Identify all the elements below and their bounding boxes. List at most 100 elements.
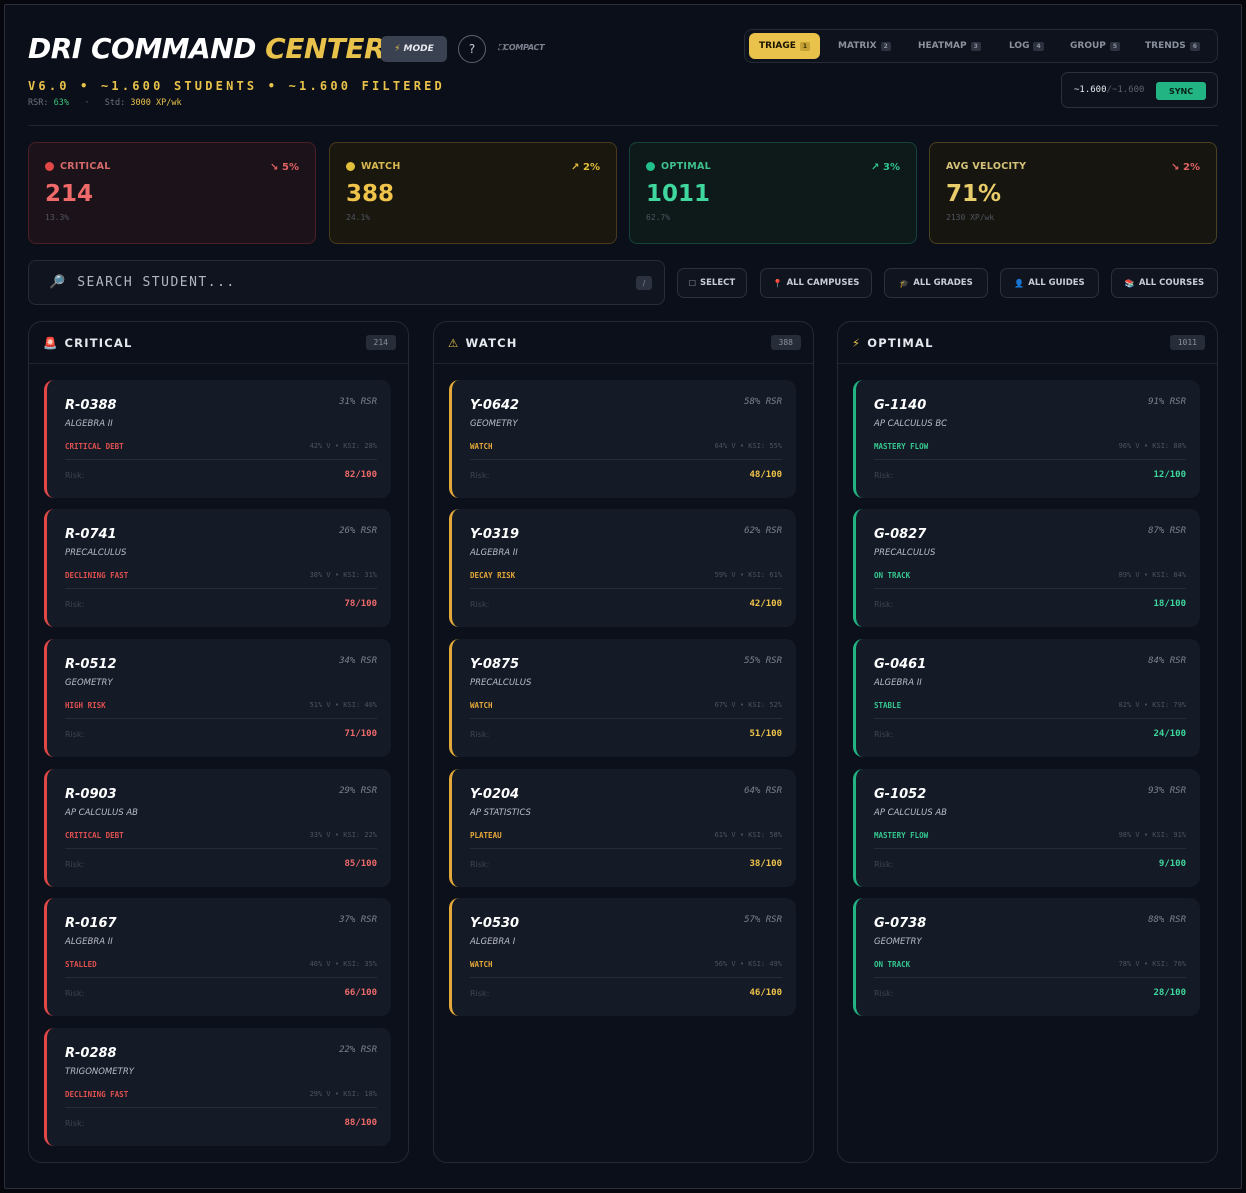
- tab-shortcut: 2: [880, 41, 891, 51]
- status-badge: WATCH: [470, 960, 493, 969]
- stat-watch[interactable]: WATCH ↗ 2% 388 24.1%: [329, 142, 617, 244]
- student-id: R-0741: [65, 527, 117, 542]
- stat-optimal[interactable]: OPTIMAL ↗ 3% 1011 62.7%: [629, 142, 917, 244]
- course-name: AP CALCULUS BC: [874, 419, 948, 429]
- stat-value: 214: [45, 181, 94, 207]
- student-card[interactable]: Y-0642 58% RSR GEOMETRY WATCH 64% V • KS…: [449, 380, 796, 498]
- card-divider: [65, 977, 377, 978]
- risk-score: 71/100: [344, 729, 377, 739]
- tab-heatmap[interactable]: HEATMAP 3: [908, 33, 991, 59]
- search-input[interactable]: [77, 275, 618, 290]
- student-card[interactable]: Y-0319 62% RSR ALGEBRA II DECAY RISK 59%…: [449, 509, 796, 627]
- guide-filter[interactable]: 👤 ALL GUIDES: [1000, 268, 1099, 298]
- compact-label: COMPACT: [503, 43, 545, 52]
- tab-matrix[interactable]: MATRIX 2: [828, 33, 901, 59]
- card-divider: [65, 588, 377, 589]
- risk-score: 38/100: [749, 859, 782, 869]
- tab-group[interactable]: GROUP 5: [1060, 33, 1130, 59]
- tab-trends[interactable]: TRENDS 6: [1135, 33, 1210, 59]
- student-id: R-0388: [65, 398, 117, 413]
- student-id: Y-0319: [470, 527, 520, 542]
- risk-score: 51/100: [749, 729, 782, 739]
- ksi-metrics: 38% V • KSI: 31%: [309, 571, 377, 579]
- ksi-metrics: 42% V • KSI: 28%: [309, 442, 377, 450]
- tab-shortcut: 1: [799, 41, 811, 51]
- filter-label: ALL COURSES: [1138, 278, 1205, 288]
- stat-velocity[interactable]: AVG VELOCITY ↘ 2% 71% 2130 XP/wk: [929, 142, 1217, 244]
- page-title: DRI COMMAND CENTER: [28, 32, 386, 65]
- card-divider: [65, 718, 377, 719]
- campus-filter[interactable]: 📍 ALL CAMPUSES: [760, 268, 872, 298]
- status-badge: CRITICAL DEBT: [65, 442, 124, 451]
- checkbox-icon: ☐: [688, 278, 696, 288]
- stat-critical[interactable]: CRITICAL ↘ 5% 214 13.3%: [28, 142, 316, 244]
- select-button[interactable]: ☐ SELECT: [677, 268, 747, 298]
- risk-label: Risk:: [65, 989, 85, 998]
- course-name: PRECALCULUS: [874, 548, 936, 558]
- course-name: GEOMETRY: [874, 937, 922, 947]
- card-divider: [874, 977, 1186, 978]
- column-header: 🚨 CRITICAL 214: [29, 322, 408, 364]
- mode-button[interactable]: ⚡ MODE: [381, 36, 447, 62]
- student-card[interactable]: G-1052 93% RSR AP CALCULUS AB MASTERY FL…: [853, 769, 1200, 887]
- course-filter[interactable]: 📚 ALL COURSES: [1111, 268, 1218, 298]
- ksi-metrics: 96% V • KSI: 88%: [1118, 442, 1186, 450]
- help-button[interactable]: ?: [458, 35, 486, 63]
- risk-label: Risk:: [65, 471, 85, 480]
- user-icon: 👤: [1014, 278, 1025, 288]
- student-card[interactable]: R-0388 31% RSR ALGEBRA II CRITICAL DEBT …: [44, 380, 391, 498]
- student-card[interactable]: G-1140 91% RSR AP CALCULUS BC MASTERY FL…: [853, 380, 1200, 498]
- student-card[interactable]: G-0738 88% RSR GEOMETRY ON TRACK 78% V •…: [853, 898, 1200, 1016]
- student-id: G-0461: [874, 657, 927, 672]
- ksi-metrics: 89% V • KSI: 84%: [1118, 571, 1186, 579]
- column-watch: ⚠ WATCH 388 Y-0642 58% RSR GEOMETRY WATCH…: [433, 321, 814, 1163]
- student-card[interactable]: Y-0875 55% RSR PRECALCULUS WATCH 67% V •…: [449, 639, 796, 757]
- student-id: G-1052: [874, 787, 927, 802]
- tab-label: HEATMAP: [918, 41, 967, 51]
- course-name: TRIGONOMETRY: [65, 1067, 134, 1077]
- card-divider: [470, 588, 782, 589]
- bolt-icon: ⚡: [394, 44, 401, 54]
- student-card[interactable]: G-0827 87% RSR PRECALCULUS ON TRACK 89% …: [853, 509, 1200, 627]
- student-card[interactable]: Y-0530 57% RSR ALGEBRA I WATCH 56% V • K…: [449, 898, 796, 1016]
- risk-score: 88/100: [344, 1118, 377, 1128]
- student-id: Y-0875: [470, 657, 520, 672]
- student-card[interactable]: G-0461 84% RSR ALGEBRA II STABLE 82% V •…: [853, 639, 1200, 757]
- grade-filter[interactable]: 🎓 ALL GRADES: [884, 268, 988, 298]
- tab-shortcut: 5: [1109, 41, 1121, 51]
- risk-score: 12/100: [1153, 470, 1186, 480]
- title-main: DRI COMMAND: [28, 32, 256, 65]
- student-card[interactable]: R-0288 22% RSR TRIGONOMETRY DECLINING FA…: [44, 1028, 391, 1146]
- course-name: GEOMETRY: [470, 419, 518, 429]
- stat-value: 71%: [946, 181, 1002, 207]
- tab-log[interactable]: LOG 4: [999, 33, 1054, 59]
- risk-score: 48/100: [749, 470, 782, 480]
- search-shortcut: /: [636, 276, 652, 290]
- stat-sub: 2130 XP/wk: [946, 213, 995, 222]
- card-divider: [65, 459, 377, 460]
- rsr-value: 87% RSR: [1148, 526, 1186, 536]
- student-id: Y-0642: [470, 398, 520, 413]
- student-card[interactable]: R-0741 26% RSR PRECALCULUS DECLINING FAS…: [44, 509, 391, 627]
- ksi-metrics: 29% V • KSI: 18%: [309, 1090, 377, 1098]
- student-card[interactable]: R-0167 37% RSR ALGEBRA II STALLED 46% V …: [44, 898, 391, 1016]
- status-badge: ON TRACK: [874, 571, 911, 580]
- status-badge: STALLED: [65, 960, 97, 969]
- tab-label: LOG: [1009, 41, 1030, 51]
- std-label: Std:: [104, 98, 126, 108]
- student-card[interactable]: Y-0204 64% RSR AP STATISTICS PLATEAU 61%…: [449, 769, 796, 887]
- tab-triage[interactable]: TRIAGE 1: [749, 33, 821, 59]
- ksi-metrics: 61% V • KSI: 58%: [714, 831, 782, 839]
- filter-label: SELECT: [699, 278, 736, 288]
- student-id: G-1140: [874, 398, 927, 413]
- risk-label: Risk:: [874, 471, 894, 480]
- watch-dot-icon: [346, 162, 355, 171]
- sync-button[interactable]: SYNC: [1156, 82, 1206, 100]
- compact-toggle[interactable]: ⛶COMPACT: [498, 43, 545, 53]
- filter-label: ALL CAMPUSES: [786, 278, 860, 288]
- student-card[interactable]: R-0903 29% RSR AP CALCULUS AB CRITICAL D…: [44, 769, 391, 887]
- header-divider: [28, 125, 1218, 126]
- risk-label: Risk:: [874, 860, 894, 869]
- risk-score: 85/100: [344, 859, 377, 869]
- student-card[interactable]: R-0512 34% RSR GEOMETRY HIGH RISK 51% V …: [44, 639, 391, 757]
